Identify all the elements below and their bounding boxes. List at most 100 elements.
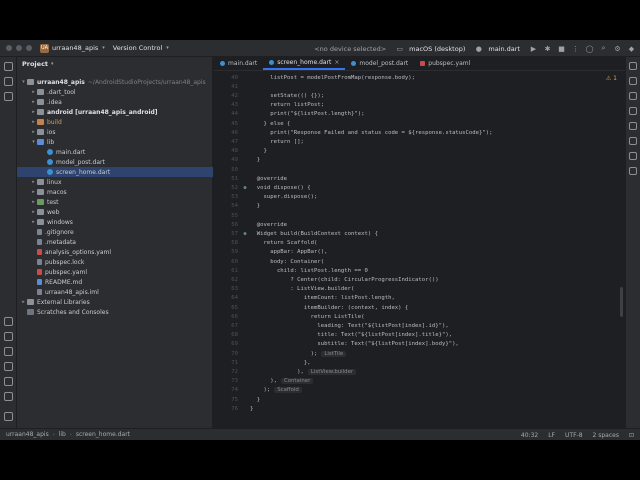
tree-item-macos[interactable]: ▸ macos: [17, 187, 213, 197]
minimize-window-button[interactable]: [16, 45, 22, 51]
code-line[interactable]: 59 appBar: AppBar(),: [214, 248, 625, 257]
code-line[interactable]: 70 ); ListTile: [214, 349, 625, 358]
emulator-icon[interactable]: [629, 152, 637, 160]
tab-pubspec-yaml[interactable]: pubspec.yaml: [414, 57, 476, 70]
code-line[interactable]: 71 },: [214, 358, 625, 367]
tree-item-iml[interactable]: urraan48_apis.iml: [17, 287, 213, 297]
tree-item-scratches[interactable]: Scratches and Consoles: [17, 307, 213, 317]
code-line[interactable]: 65 itemBuilder: (context, index) {: [214, 303, 625, 312]
code-line[interactable]: 72 ), ListView.builder: [214, 367, 625, 376]
code-line[interactable]: 40 listPost = modelPostFromMap(response.…: [214, 73, 625, 82]
code-line[interactable]: 48 }: [214, 147, 625, 156]
code-line[interactable]: 53 super.dispose();: [214, 193, 625, 202]
code-line[interactable]: 51 @override: [214, 174, 625, 183]
tree-item-external-libraries[interactable]: ▸ External Libraries: [17, 297, 213, 307]
file-encoding[interactable]: UTF-8: [565, 432, 583, 439]
tree-item-readme[interactable]: README.md: [17, 277, 213, 287]
close-tab-icon[interactable]: ×: [334, 59, 339, 66]
debug-icon[interactable]: ✱: [543, 44, 552, 53]
code-line[interactable]: 75 }: [214, 395, 625, 404]
tree-item-test[interactable]: ▸ test: [17, 197, 213, 207]
tree-item-analysis-options[interactable]: analysis_options.yaml: [17, 247, 213, 257]
code-line[interactable]: 61 child: listPost.length == 0: [214, 266, 625, 275]
tab-main-dart[interactable]: main.dart: [214, 57, 263, 70]
version-control-menu[interactable]: Version Control: [113, 44, 162, 52]
more-actions-icon[interactable]: ⋮: [571, 44, 580, 53]
notifications-icon[interactable]: [629, 62, 637, 70]
code-line[interactable]: 69 subtitle: Text("${listPost[index].bod…: [214, 340, 625, 349]
tree-item-gitignore[interactable]: .gitignore: [17, 227, 213, 237]
code-line[interactable]: 50: [214, 165, 625, 174]
tree-item-linux[interactable]: ▸ linux: [17, 177, 213, 187]
zoom-window-button[interactable]: [26, 45, 32, 51]
code-line[interactable]: 44 print("${listPost.length}");: [214, 110, 625, 119]
code-area[interactable]: 40 listPost = modelPostFromMap(response.…: [214, 73, 625, 428]
code-line[interactable]: 68 title: Text("${listPost[index].title}…: [214, 331, 625, 340]
code-line[interactable]: 54 }: [214, 202, 625, 211]
gradle-tool-icon[interactable]: [629, 77, 637, 85]
code-line[interactable]: 42 setState(() {});: [214, 91, 625, 100]
problems-tool-icon[interactable]: [4, 347, 13, 356]
breadcrumb-item[interactable]: urraan48_apis: [6, 431, 49, 438]
tree-item-screen-home-dart[interactable]: screen_home.dart: [17, 167, 213, 177]
version-control-tool-icon[interactable]: [4, 362, 13, 371]
code-line[interactable]: 73 ), Container: [214, 377, 625, 386]
todo-tool-icon[interactable]: [4, 392, 13, 401]
tree-item-root[interactable]: ▾ urraan48_apis ~/AndroidStudioProjects/…: [17, 77, 213, 87]
lock-icon[interactable]: ⊡: [629, 432, 634, 439]
structure-tool-icon[interactable]: [4, 92, 13, 101]
account-icon[interactable]: ◯: [585, 44, 594, 53]
project-tool-icon[interactable]: [4, 62, 13, 71]
code-line[interactable]: 57 ● Widget build(BuildContext context) {: [214, 229, 625, 238]
ai-assistant-icon[interactable]: ◆: [627, 44, 636, 53]
code-line[interactable]: 55: [214, 211, 625, 220]
override-marker-icon[interactable]: ●: [240, 231, 250, 237]
caret-position[interactable]: 40:32: [521, 432, 538, 439]
tree-item-android[interactable]: ▸ android [urraan48_apis_android]: [17, 107, 213, 117]
tree-item-idea[interactable]: ▸ .idea: [17, 97, 213, 107]
breadcrumb-item[interactable]: lib: [59, 431, 66, 438]
code-line[interactable]: 41: [214, 82, 625, 91]
commit-tool-icon[interactable]: [4, 77, 13, 86]
tab-model-post-dart[interactable]: model_post.dart: [345, 57, 414, 70]
code-line[interactable]: 76}: [214, 404, 625, 413]
code-line[interactable]: 66 return ListTile(: [214, 312, 625, 321]
tree-item-main-dart[interactable]: main.dart: [17, 147, 213, 157]
device-explorer-icon[interactable]: [629, 167, 637, 175]
tree-item-web[interactable]: ▸ web: [17, 207, 213, 217]
code-line[interactable]: 60 body: Container(: [214, 257, 625, 266]
editor-scrollbar[interactable]: [620, 287, 623, 317]
stop-icon[interactable]: ■: [557, 44, 566, 53]
terminal-tool-icon[interactable]: [4, 332, 13, 341]
code-line[interactable]: 46 print("Response Failed and status cod…: [214, 128, 625, 137]
tab-screen-home-dart[interactable]: screen_home.dart ×: [263, 57, 346, 70]
indent-setting[interactable]: 2 spaces: [593, 432, 619, 439]
tree-item-lib[interactable]: ▾ lib: [17, 137, 213, 147]
flutter-performance-icon[interactable]: [629, 137, 637, 145]
tree-item-metadata[interactable]: .metadata: [17, 237, 213, 247]
search-icon[interactable]: ⌕: [599, 44, 608, 53]
code-line[interactable]: 63 : ListView.builder(: [214, 285, 625, 294]
breadcrumb-item[interactable]: screen_home.dart: [76, 431, 130, 438]
tree-item-model-post-dart[interactable]: model_post.dart: [17, 157, 213, 167]
code-line[interactable]: 45 } else {: [214, 119, 625, 128]
run-target-selector[interactable]: macOS (desktop): [409, 45, 465, 53]
code-line[interactable]: 64 itemCount: listPost.length,: [214, 294, 625, 303]
git-tool-icon[interactable]: [4, 412, 13, 421]
code-line[interactable]: 49 }: [214, 156, 625, 165]
code-line[interactable]: 67 leading: Text("${listPost[index].id}"…: [214, 321, 625, 330]
run-icon[interactable]: ▶: [529, 44, 538, 53]
code-line[interactable]: 58 return Scaffold(: [214, 239, 625, 248]
device-manager-icon[interactable]: [629, 92, 637, 100]
close-window-button[interactable]: [6, 45, 12, 51]
code-line[interactable]: 56 @override: [214, 220, 625, 229]
tree-item-pubspec-lock[interactable]: pubspec.lock: [17, 257, 213, 267]
code-line[interactable]: 52 ● void dispose() {: [214, 183, 625, 192]
tree-item-dart-tool[interactable]: ▸ .dart_tool: [17, 87, 213, 97]
code-line[interactable]: 62 ? Center(child: CircularProgressIndic…: [214, 275, 625, 284]
override-marker-icon[interactable]: ●: [240, 185, 250, 191]
build-tool-icon[interactable]: [4, 377, 13, 386]
tree-item-build[interactable]: ▸ build: [17, 117, 213, 127]
device-selector[interactable]: <no device selected>: [314, 45, 386, 53]
line-separator[interactable]: LF: [548, 432, 555, 439]
